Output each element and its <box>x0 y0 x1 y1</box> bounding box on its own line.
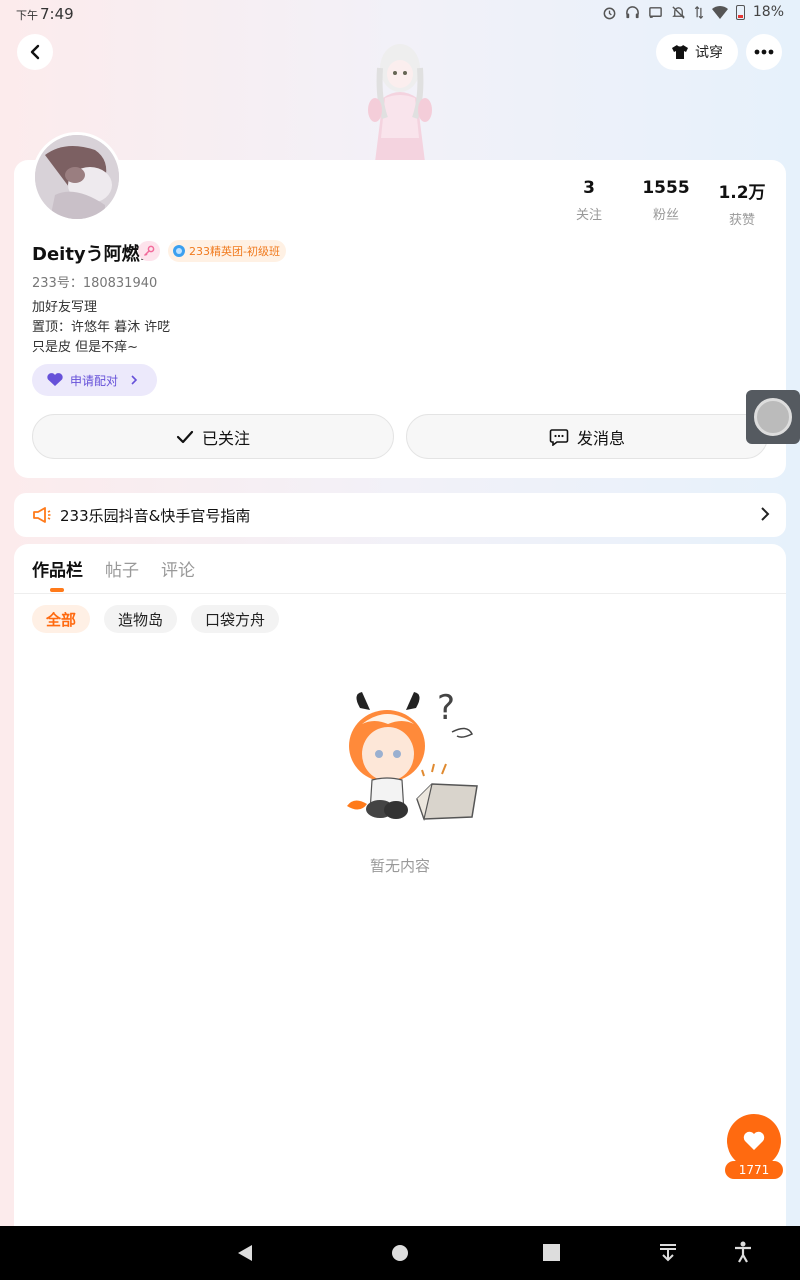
assistive-ring-icon <box>754 398 792 436</box>
send-message-label: 发消息 <box>576 428 625 448</box>
battery-icon <box>735 4 745 20</box>
like-button[interactable] <box>727 1114 781 1168</box>
stat-fans-label: 粉丝 <box>652 208 679 223</box>
data-arrows-icon <box>694 5 704 19</box>
tab-comments[interactable]: 评论 <box>161 556 195 581</box>
followed-button[interactable]: 已关注 <box>32 414 394 459</box>
heart-icon <box>743 1131 765 1150</box>
nav-recents-icon[interactable] <box>543 1244 560 1261</box>
stat-likes-count: 1.2万 <box>718 183 766 203</box>
status-time: 下午 7:49 <box>16 5 74 23</box>
system-nav-bar <box>0 1226 800 1280</box>
club-globe-icon <box>173 245 185 257</box>
back-button[interactable] <box>17 34 53 70</box>
stat-likes[interactable]: 1.2万 获赞 <box>702 178 782 228</box>
nav-accessibility-icon[interactable] <box>733 1241 753 1263</box>
back-arrow-icon <box>30 44 40 60</box>
filter-chips: 全部 造物岛 口袋方舟 <box>32 605 280 633</box>
avatar-image <box>35 135 119 219</box>
chevron-right-icon <box>761 507 770 521</box>
bio-line: 加好友写理 <box>32 300 98 315</box>
stat-fans-count: 1555 <box>642 178 690 198</box>
chip-all[interactable]: 全部 <box>32 605 91 633</box>
pair-request-button[interactable]: 申请配对 <box>32 364 157 396</box>
content-tabs: 作品栏 帖子 评论 <box>32 556 195 592</box>
chip-pocket-ark[interactable]: 口袋方舟 <box>191 605 280 633</box>
chevron-right-icon <box>131 375 138 385</box>
followed-label: 已关注 <box>201 428 250 448</box>
pair-request-label: 申请配对 <box>70 373 119 388</box>
send-message-button[interactable]: 发消息 <box>406 414 768 459</box>
stat-following[interactable]: 3 关注 <box>549 178 629 223</box>
tab-works[interactable]: 作品栏 <box>32 556 83 592</box>
stat-fans[interactable]: 1555 粉丝 <box>626 178 706 223</box>
more-button[interactable] <box>746 34 782 70</box>
notice-text: 233乐园抖音&快手官号指南 <box>60 506 251 525</box>
pink-badge[interactable] <box>138 241 160 261</box>
club-badge[interactable]: 233精英团-初级班 <box>168 240 286 262</box>
avatar[interactable] <box>32 132 122 222</box>
chip-creation-island[interactable]: 造物岛 <box>104 605 178 633</box>
stat-following-count: 3 <box>583 178 595 198</box>
svg-text:?: ? <box>437 688 455 728</box>
nav-back-icon[interactable] <box>236 1243 254 1263</box>
floating-assistive-button[interactable] <box>746 390 800 444</box>
empty-state-text: 暂无内容 <box>369 857 430 875</box>
key-icon <box>143 245 155 257</box>
wifi-icon <box>711 6 728 19</box>
works-panel: 作品栏 帖子 评论 全部 造物岛 口袋方舟 ? 暂无内容 <box>14 544 786 1234</box>
tabs-divider <box>14 593 786 594</box>
stat-following-label: 关注 <box>575 208 602 223</box>
status-icons: 18% <box>602 4 784 20</box>
nav-home-icon[interactable] <box>391 1244 409 1262</box>
chat-bubble-icon <box>549 428 569 446</box>
bio: 加好友写理 置顶：许悠年 暮沐 许呓 只是皮 但是不痒~ <box>32 298 170 358</box>
bio-line: 只是皮 但是不痒~ <box>32 340 139 355</box>
status-bar: 下午 7:49 18% <box>0 0 800 28</box>
nav-download-icon[interactable] <box>658 1242 678 1262</box>
alarm-icon <box>603 7 616 19</box>
tshirt-icon <box>672 45 688 59</box>
club-badge-label: 233精英团-初级班 <box>189 245 280 258</box>
character-figure <box>368 44 432 162</box>
bio-line: 置顶：许悠年 暮沐 许呓 <box>32 320 171 335</box>
stat-likes-label: 获赞 <box>728 213 755 228</box>
tab-posts[interactable]: 帖子 <box>105 556 139 581</box>
megaphone-icon <box>33 507 51 523</box>
try-on-button[interactable]: 试穿 <box>656 34 738 70</box>
mute-bell-icon <box>672 5 685 19</box>
empty-state-illustration: ? <box>347 688 478 822</box>
user-id: 233号：180831940 <box>32 276 158 291</box>
like-count: 1771 <box>725 1161 783 1179</box>
username: Deityう阿燃. <box>32 244 147 265</box>
check-icon <box>176 430 194 443</box>
more-dots-icon <box>754 49 774 55</box>
heart-icon <box>47 373 63 386</box>
notice-bar[interactable]: 233乐园抖音&快手官号指南 <box>14 493 786 537</box>
try-on-label: 试穿 <box>695 45 723 61</box>
battery-percent: 18% <box>752 4 784 20</box>
headset-icon <box>626 5 639 18</box>
cast-icon <box>649 6 662 18</box>
